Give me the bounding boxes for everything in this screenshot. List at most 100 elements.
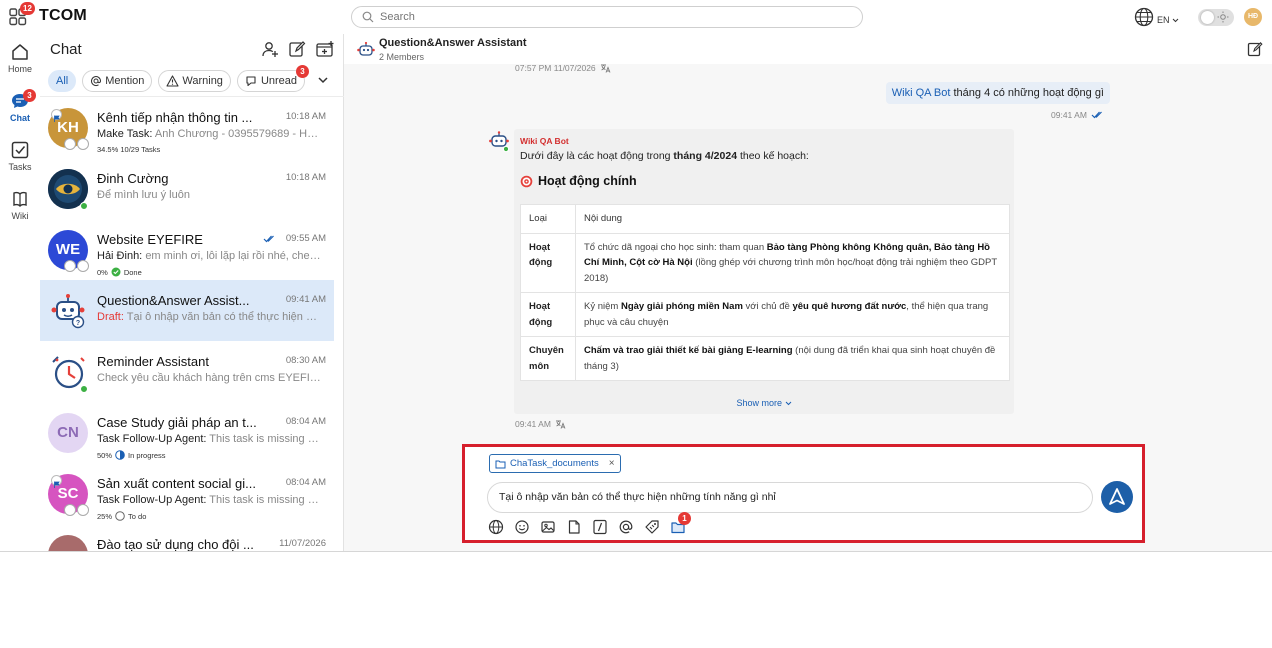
attachment-name: ChaTask_documents (510, 458, 599, 469)
pin-flag-icon (51, 475, 62, 488)
content-text: Tổ chức dã ngoại cho học sinh: tham quan (584, 241, 767, 253)
translate-icon[interactable] (555, 420, 566, 429)
tag-icon[interactable] (644, 519, 660, 535)
list-item-case-study[interactable]: CN Case Study giải pháp an t... 08:04 AM… (40, 402, 344, 463)
attachment-chip[interactable]: ChaTask_documents × (489, 454, 621, 473)
preview-text: Anh Chương - 0395579689 - Họ... (154, 128, 322, 140)
rail-item-wiki[interactable]: Wiki (0, 189, 40, 221)
file-icon[interactable] (566, 519, 582, 535)
conversation-preview: Hải Đinh: em minh ơi, lỗi lặp lại rồi nh… (97, 250, 322, 262)
heading-text: Hoạt động chính (538, 174, 637, 188)
conversation-title: Question&Answer Assistant (379, 37, 527, 49)
preview-sender: Task Follow-Up Agent: (97, 433, 207, 445)
conversation-time: 09:55 AM (285, 233, 326, 244)
conversation-name: Question&Answer Assist... (97, 293, 250, 308)
app-window: 12 TCOM EN HĐ Home Chat 3 Tasks (0, 0, 1272, 552)
message-mention[interactable]: Wiki QA Bot (892, 87, 951, 99)
message-input[interactable]: Tại ô nhập văn bản có thể thực hiện nhữn… (487, 482, 1093, 513)
content-bold: yêu quê hương đất nước (792, 301, 907, 312)
rail-item-home[interactable]: Home (0, 42, 40, 74)
compose-icon[interactable] (288, 40, 306, 58)
translate-icon[interactable] (600, 64, 611, 73)
list-item-website-eyefire[interactable]: WE Website EYEFIRE 09:55 AM Hải Đinh: em… (40, 219, 344, 280)
theme-toggle[interactable] (1198, 9, 1234, 26)
outgoing-timestamp: 09:41 AM (1051, 110, 1104, 120)
filter-unread[interactable]: Unread 3 (236, 65, 310, 92)
preview-text: This task is missing da... (209, 494, 322, 506)
search-bar[interactable] (351, 6, 863, 28)
top-bar: 12 TCOM EN HĐ (0, 0, 1272, 34)
intro-pre: Dưới đây là các hoạt động trong (520, 150, 674, 162)
list-item-san-xuat-content[interactable]: SC Sản xuất content social gi... 08:04 A… (40, 463, 344, 524)
list-item-dao-tao[interactable]: Đào tạo sử dụng cho đội ... 11/07/2026 (40, 524, 344, 551)
status-mini-icons (64, 260, 89, 272)
bot-name[interactable]: Wiki QA Bot (520, 136, 569, 146)
add-contact-icon[interactable] (261, 40, 279, 58)
list-item-dinh-cuong[interactable]: Đinh Cường 10:18 AM Để mình lưu ý luôn (40, 158, 344, 219)
bot-message-card: Wiki QA Bot Dưới đây là các hoạt động tr… (514, 129, 1014, 414)
meta-progress: 50% (97, 450, 113, 460)
conversation-preview: Task Follow-Up Agent: This task is missi… (97, 433, 322, 445)
preview-text: This task is missing da... (209, 433, 322, 445)
conversation-preview: Draft: Tại ô nhập văn bản có thể thực hi… (97, 311, 322, 323)
list-item-qa-assistant[interactable]: ? Question&Answer Assist... 09:41 AM Dra… (40, 280, 334, 341)
double-check-icon (263, 235, 274, 243)
send-button[interactable] (1101, 481, 1133, 513)
content-bold: Ngày giải phóng miền Nam (620, 301, 743, 312)
mention-at-icon[interactable] (618, 519, 634, 535)
table-header: Loại (520, 204, 576, 234)
conversation-time: 10:18 AM (285, 111, 326, 122)
filter-chips: All Mention Warning Unread 3 (48, 65, 310, 92)
preview-text: em minh ơi, lỗi lặp lại rồi nhé, check g… (145, 250, 322, 262)
meta-status: In progress (128, 450, 166, 460)
image-icon[interactable] (540, 519, 556, 535)
rail-item-tasks[interactable]: Tasks (0, 140, 40, 172)
outgoing-message[interactable]: Wiki QA Bot tháng 4 có những hoạt động g… (885, 82, 1110, 104)
rail-label-tasks: Tasks (8, 162, 32, 172)
list-item-kenh-tiep-nhan[interactable]: KH Kênh tiếp nhận thông tin ... 10:18 AM… (40, 97, 344, 158)
filter-mention[interactable]: Mention (82, 70, 153, 92)
at-icon (91, 76, 102, 86)
filter-warning[interactable]: Warning (158, 70, 231, 92)
remove-attachment-icon[interactable]: × (609, 458, 615, 469)
emoji-icon[interactable] (514, 519, 530, 535)
conversation-meta: 0% Done (97, 267, 142, 277)
row-content: Chấm và trao giải thiết kế bài giảng E-l… (575, 336, 1010, 381)
meta-status: To do (128, 511, 147, 521)
edit-icon[interactable] (1247, 41, 1263, 57)
search-input[interactable] (380, 11, 820, 23)
target-icon (520, 175, 533, 187)
create-group-icon[interactable] (315, 40, 335, 58)
filter-all[interactable]: All (48, 70, 77, 92)
member-count[interactable]: 2 Members (379, 52, 424, 62)
table-row: Chuyên môn Chấm và trao giải thiết kế bà… (520, 336, 1010, 381)
table-header-row: Loại Nội dung (520, 204, 1010, 234)
conversation-time: 11/07/2026 (279, 538, 326, 549)
list-item-reminder-assistant[interactable]: Reminder Assistant 08:30 AM Check yêu cầ… (40, 341, 344, 402)
translate-globe-icon[interactable] (488, 519, 504, 535)
row-type: Chuyên môn (520, 336, 576, 381)
chevron-down-icon (785, 401, 791, 406)
user-avatar[interactable]: HĐ (1244, 8, 1262, 26)
folder-icon (495, 460, 506, 468)
online-dot (80, 202, 88, 210)
conversation-time: 09:41 AM (285, 294, 326, 305)
filter-mention-label: Mention (105, 75, 145, 87)
show-more-button[interactable]: Show more (514, 398, 1014, 408)
task-icon (77, 260, 89, 272)
timestamp-text: 07:57 PM 11/07/2026 (515, 63, 596, 73)
documents-tool[interactable]: 1 (670, 512, 691, 535)
filter-expand-chevron-icon[interactable] (317, 74, 329, 86)
language-selector[interactable]: EN (1134, 7, 1179, 27)
apps-badge: 12 (20, 2, 35, 15)
table-row: Hoạt động Tổ chức dã ngoại cho học sinh:… (520, 232, 1010, 293)
message-text: tháng 4 có những hoạt động gì (953, 87, 1105, 99)
slash-command-icon[interactable] (592, 519, 608, 535)
conversation-preview: Make Task: Anh Chương - 0395579689 - Họ.… (97, 128, 322, 140)
sun-icon (1217, 11, 1229, 23)
lock-icon (64, 504, 76, 516)
conversation-preview: Task Follow-Up Agent: This task is missi… (97, 494, 322, 506)
row-type: Hoạt động (520, 292, 576, 337)
row-type: Hoạt động (520, 232, 576, 293)
avatar: CN (48, 413, 88, 453)
